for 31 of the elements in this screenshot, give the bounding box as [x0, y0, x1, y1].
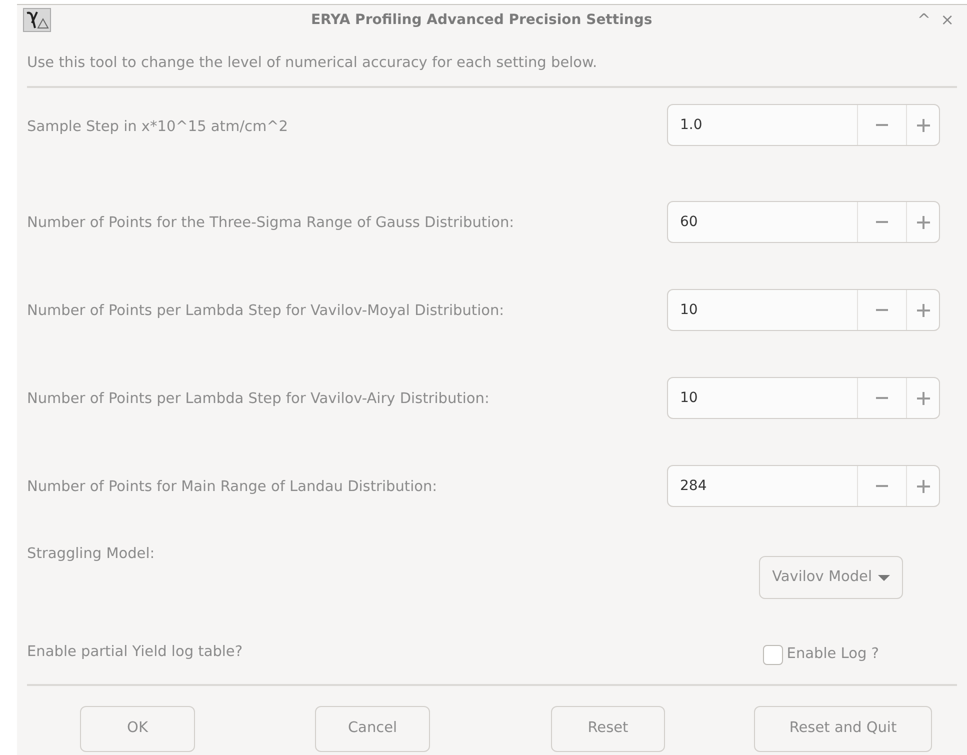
plus-icon — [916, 304, 930, 316]
plus-icon — [916, 480, 930, 492]
value-field[interactable]: 60 — [668, 202, 857, 242]
description-text: Use this tool to change the level of numerical accuracy for each setting below. — [26, 54, 598, 73]
setting-label: Number of Points for Main Range of Landau Distribution: — [27, 478, 438, 497]
spin-box[interactable]: 10 — [667, 377, 940, 419]
setting-label: Number of Points for the Three-Sigma Range of Gauss Distribution: — [27, 214, 514, 233]
plus-icon — [916, 392, 930, 404]
value-field[interactable]: 284 — [668, 466, 857, 506]
value-field[interactable]: 10 — [668, 290, 857, 330]
setting-label: Sample Step in x*10^15 atm/cm^2 — [27, 118, 288, 137]
spin-box[interactable]: 284 — [667, 465, 940, 507]
spin-box[interactable]: 1.0 — [667, 104, 940, 146]
minus-icon — [876, 309, 888, 311]
minus-icon — [876, 485, 888, 487]
setting-label: Straggling Model: — [27, 545, 155, 564]
value-field[interactable]: 10 — [668, 378, 857, 418]
minus-icon — [876, 124, 888, 126]
caret-icon — [878, 574, 890, 580]
spin-box[interactable]: 60 — [667, 201, 940, 243]
setting-label: Enable partial Yield log table? — [27, 643, 243, 662]
value-field[interactable]: 1.0 — [668, 105, 857, 145]
setting-label: Number of Points per Lambda Step for Vavilov-Moyal Distribution: — [27, 302, 504, 321]
setting-label: Number of Points per Lambda Step for Vavilov-Airy Distribution: — [27, 390, 490, 409]
window-title: ERYA Profiling Advanced Precision Settings — [310, 10, 654, 30]
minus-icon — [876, 221, 888, 223]
spin-box[interactable]: 10 — [667, 289, 940, 331]
minus-icon — [876, 397, 888, 399]
plus-icon — [916, 118, 930, 132]
plus-icon — [916, 216, 930, 228]
app-logo-icon — [23, 8, 51, 32]
